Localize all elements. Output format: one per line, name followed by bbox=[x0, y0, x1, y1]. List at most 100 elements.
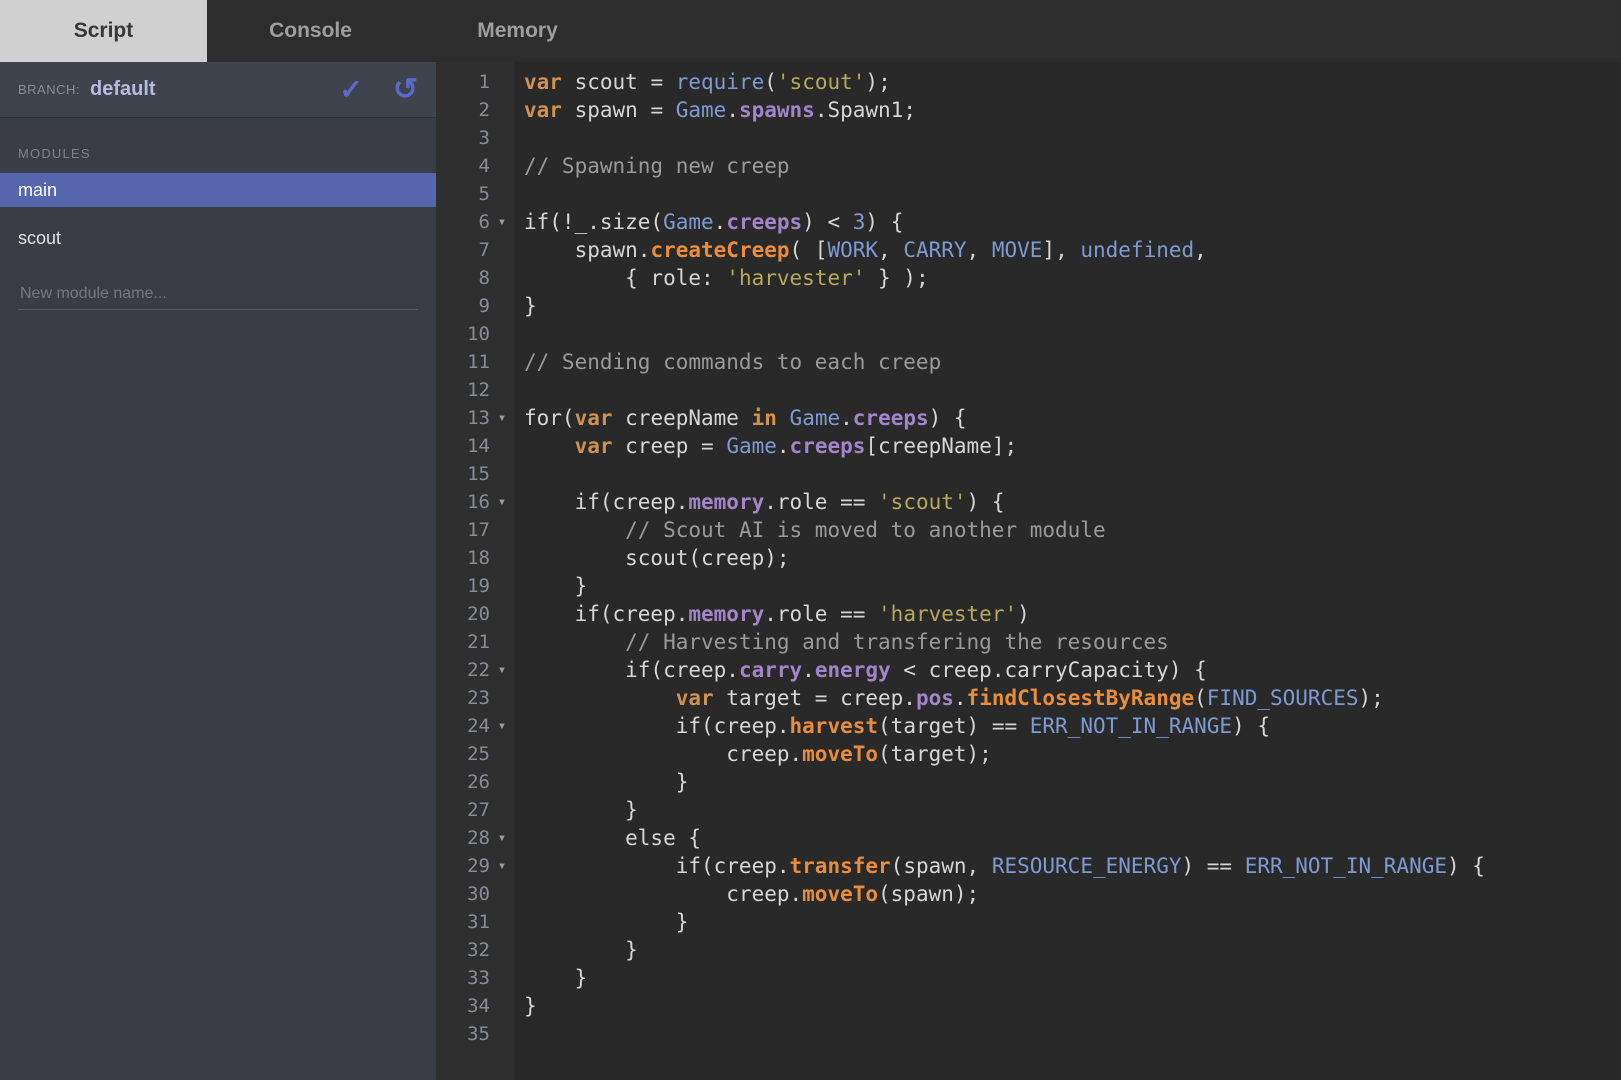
fold-spacer bbox=[490, 740, 514, 768]
code-line[interactable]: 6▾if(!_.size(Game.creeps) < 3) { bbox=[436, 208, 1621, 236]
code-text: var target = creep.pos.findClosestByRang… bbox=[514, 684, 1621, 712]
line-number: 24 bbox=[436, 712, 490, 740]
code-line[interactable]: 1var scout = require('scout'); bbox=[436, 68, 1621, 96]
new-module-input[interactable] bbox=[18, 279, 418, 310]
code-text: if(creep.transfer(spawn, RESOURCE_ENERGY… bbox=[514, 852, 1621, 880]
line-number: 22 bbox=[436, 656, 490, 684]
fold-spacer bbox=[490, 432, 514, 460]
code-line[interactable]: 8 { role: 'harvester' } ); bbox=[436, 264, 1621, 292]
code-line[interactable]: 21 // Harvesting and transfering the res… bbox=[436, 628, 1621, 656]
tab-script[interactable]: Script bbox=[0, 0, 207, 62]
code-line[interactable]: 10 bbox=[436, 320, 1621, 348]
fold-arrow-icon[interactable]: ▾ bbox=[490, 712, 514, 740]
module-item-main[interactable]: main bbox=[0, 173, 436, 207]
modules-list: main scout bbox=[0, 173, 436, 269]
line-number: 1 bbox=[436, 68, 490, 96]
code-line[interactable]: 15 bbox=[436, 460, 1621, 488]
fold-spacer bbox=[490, 516, 514, 544]
code-line[interactable]: 22▾ if(creep.carry.energy < creep.carryC… bbox=[436, 656, 1621, 684]
code-text: // Sending commands to each creep bbox=[514, 348, 1621, 376]
fold-spacer bbox=[490, 628, 514, 656]
line-number: 17 bbox=[436, 516, 490, 544]
commit-button[interactable]: ✓ bbox=[339, 76, 362, 104]
line-number: 26 bbox=[436, 768, 490, 796]
code-text: for(var creepName in Game.creeps) { bbox=[514, 404, 1621, 432]
line-number: 21 bbox=[436, 628, 490, 656]
fold-spacer bbox=[490, 544, 514, 572]
code-line[interactable]: 5 bbox=[436, 180, 1621, 208]
line-number: 8 bbox=[436, 264, 490, 292]
line-number: 18 bbox=[436, 544, 490, 572]
code-line[interactable]: 31 } bbox=[436, 908, 1621, 936]
code-line[interactable]: 18 scout(creep); bbox=[436, 544, 1621, 572]
code-line[interactable]: 12 bbox=[436, 376, 1621, 404]
line-number: 12 bbox=[436, 376, 490, 404]
code-text: if(!_.size(Game.creeps) < 3) { bbox=[514, 208, 1621, 236]
code-text: creep.moveTo(target); bbox=[514, 740, 1621, 768]
code-line[interactable]: 2 var spawn = Game.spawns.Spawn1; bbox=[436, 96, 1621, 124]
fold-spacer bbox=[490, 908, 514, 936]
code-line[interactable]: 23 var target = creep.pos.findClosestByR… bbox=[436, 684, 1621, 712]
line-number: 11 bbox=[436, 348, 490, 376]
code-line[interactable]: 3 bbox=[436, 124, 1621, 152]
code-text: var spawn = Game.spawns.Spawn1; bbox=[514, 96, 1621, 124]
code-line[interactable]: 35 bbox=[436, 1020, 1621, 1048]
module-item-scout[interactable]: scout bbox=[0, 221, 436, 255]
branch-row: BRANCH: default ✓ ↺ bbox=[0, 62, 436, 118]
code-text: if(creep.memory.role == 'scout') { bbox=[514, 488, 1621, 516]
fold-arrow-icon[interactable]: ▾ bbox=[490, 208, 514, 236]
code-line[interactable]: 29▾ if(creep.transfer(spawn, RESOURCE_EN… bbox=[436, 852, 1621, 880]
fold-arrow-icon[interactable]: ▾ bbox=[490, 656, 514, 684]
code-line[interactable]: 7 spawn.createCreep( [WORK, CARRY, MOVE]… bbox=[436, 236, 1621, 264]
fold-spacer bbox=[490, 684, 514, 712]
fold-arrow-icon[interactable]: ▾ bbox=[490, 488, 514, 516]
code-text: } bbox=[514, 992, 1621, 1020]
line-number: 15 bbox=[436, 460, 490, 488]
tab-console[interactable]: Console bbox=[207, 0, 414, 62]
code-line[interactable]: 20 if(creep.memory.role == 'harvester') bbox=[436, 600, 1621, 628]
code-line[interactable]: 26 } bbox=[436, 768, 1621, 796]
fold-arrow-icon[interactable]: ▾ bbox=[490, 852, 514, 880]
fold-arrow-icon[interactable]: ▾ bbox=[490, 824, 514, 852]
line-number: 19 bbox=[436, 572, 490, 600]
code-line[interactable]: 24▾ if(creep.harvest(target) == ERR_NOT_… bbox=[436, 712, 1621, 740]
code-line[interactable]: 34} bbox=[436, 992, 1621, 1020]
fold-spacer bbox=[490, 236, 514, 264]
code-line[interactable]: 13▾for(var creepName in Game.creeps) { bbox=[436, 404, 1621, 432]
fold-spacer bbox=[490, 572, 514, 600]
fold-spacer bbox=[490, 96, 514, 124]
code-line[interactable]: 25 creep.moveTo(target); bbox=[436, 740, 1621, 768]
line-number: 34 bbox=[436, 992, 490, 1020]
code-line[interactable]: 32 } bbox=[436, 936, 1621, 964]
code-text: scout(creep); bbox=[514, 544, 1621, 572]
revert-button[interactable]: ↺ bbox=[393, 75, 418, 105]
code-line[interactable]: 28▾ else { bbox=[436, 824, 1621, 852]
branch-selector[interactable]: default bbox=[90, 78, 156, 101]
code-line[interactable]: 17 // Scout AI is moved to another modul… bbox=[436, 516, 1621, 544]
line-number: 30 bbox=[436, 880, 490, 908]
code-text: // Harvesting and transfering the resour… bbox=[514, 628, 1621, 656]
code-line[interactable]: 9} bbox=[436, 292, 1621, 320]
code-line[interactable]: 19 } bbox=[436, 572, 1621, 600]
code-line[interactable]: 11 // Sending commands to each creep bbox=[436, 348, 1621, 376]
fold-spacer bbox=[490, 600, 514, 628]
line-number: 13 bbox=[436, 404, 490, 432]
line-number: 16 bbox=[436, 488, 490, 516]
line-number: 35 bbox=[436, 1020, 490, 1048]
fold-arrow-icon[interactable]: ▾ bbox=[490, 404, 514, 432]
code-line[interactable]: 33 } bbox=[436, 964, 1621, 992]
code-text: } bbox=[514, 796, 1621, 824]
code-text: } bbox=[514, 292, 1621, 320]
code-line[interactable]: 14 var creep = Game.creeps[creepName]; bbox=[436, 432, 1621, 460]
code-editor[interactable]: 1var scout = require('scout');2 var spawn… bbox=[436, 62, 1621, 1080]
code-text: if(creep.harvest(target) == ERR_NOT_IN_R… bbox=[514, 712, 1621, 740]
check-icon: ✓ bbox=[339, 74, 362, 105]
tab-memory[interactable]: Memory bbox=[414, 0, 621, 62]
code-line[interactable]: 16▾ if(creep.memory.role == 'scout') { bbox=[436, 488, 1621, 516]
code-text: if(creep.memory.role == 'harvester') bbox=[514, 600, 1621, 628]
code-line[interactable]: 30 creep.moveTo(spawn); bbox=[436, 880, 1621, 908]
code-text: var creep = Game.creeps[creepName]; bbox=[514, 432, 1621, 460]
line-number: 2 bbox=[436, 96, 490, 124]
code-line[interactable]: 27 } bbox=[436, 796, 1621, 824]
code-line[interactable]: 4// Spawning new creep bbox=[436, 152, 1621, 180]
